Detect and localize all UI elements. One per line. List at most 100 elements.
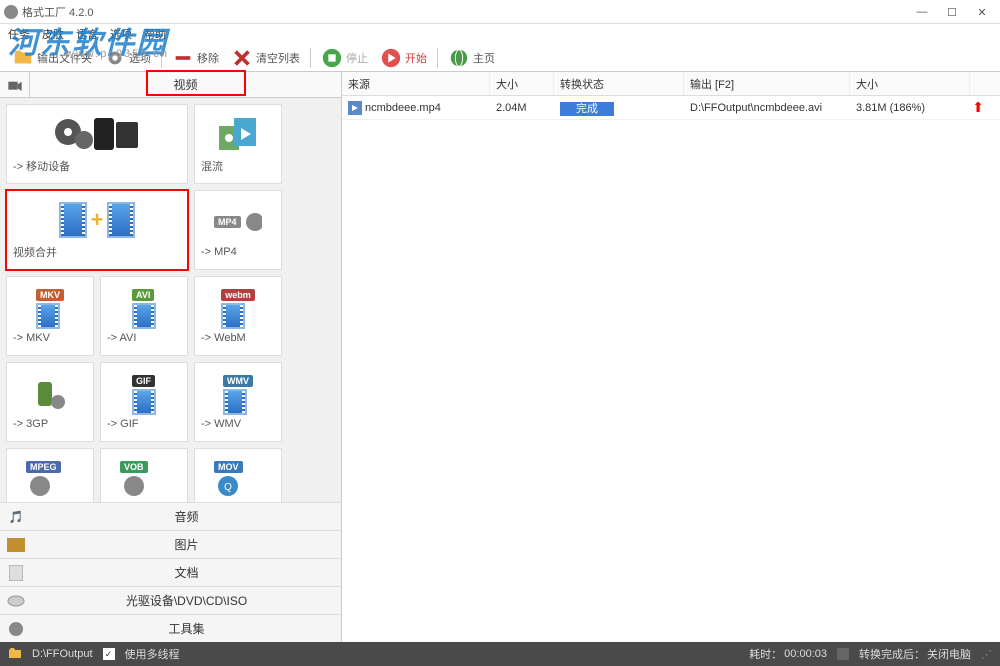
card-vob[interactable]: VOB -> VOB [100,448,188,502]
window-controls: — ☐ ✕ [916,6,996,18]
cat-toolset-label: 工具集 [32,620,341,637]
mkv-icon: MKV [26,288,74,328]
card-mobile-device[interactable]: -> 移动设备 [6,104,188,184]
card-avi-label: -> AVI [101,332,187,344]
category-picture[interactable]: 图片 [0,530,341,558]
mux-icon [214,114,262,154]
mobile-device-icon [52,114,142,154]
card-mux[interactable]: 混流 [194,104,282,184]
status-badge: 完成 [560,102,614,116]
stop-icon [321,47,343,69]
cell-size: 2.04M [490,98,554,118]
3gp-icon [26,374,74,414]
elapsed-value: 00:00:03 [784,648,827,660]
card-mov[interactable]: MOVQ -> MOV [194,448,282,502]
th-status[interactable]: 转换状态 [554,72,684,95]
after-checkbox[interactable] [837,648,849,660]
tab-video[interactable]: 视频 [30,72,341,97]
folder-icon[interactable] [8,648,22,660]
card-webm-label: -> WebM [195,332,281,344]
category-audio[interactable]: 🎵 音频 [0,502,341,530]
disc-icon [0,594,32,608]
card-3gp[interactable]: -> 3GP [6,362,94,442]
cell-output: D:\FFOutput\ncmbdeee.avi [684,98,850,118]
multithread-checkbox[interactable]: ✓ [103,648,115,660]
play-icon [380,47,402,69]
toolbar-separator [310,48,311,68]
cell-size2: 3.81M (186%) [850,98,970,118]
close-icon[interactable]: ✕ [976,6,988,18]
card-webm[interactable]: webm -> WebM [194,276,282,356]
card-gif[interactable]: GIF -> GIF [100,362,188,442]
cell-status: 完成 [554,96,684,120]
svg-text:Q: Q [224,482,232,493]
card-join-label: 视频合并 [7,244,187,260]
card-gif-label: -> GIF [101,418,187,430]
stop-button[interactable]: 停止 [317,45,372,71]
format-grid: -> 移动设备 混流 + 视频合并 MP4 -> MP4 [0,98,341,502]
remove-label: 移除 [197,50,219,66]
card-mp4-label: -> MP4 [195,246,281,258]
resize-grip-icon[interactable]: ⋰ [981,648,992,661]
card-mpg[interactable]: MPEG -> MPG [6,448,94,502]
document-icon [0,565,32,581]
th-size2[interactable]: 大小 [850,72,970,95]
start-button[interactable]: 开始 [376,45,431,71]
mpg-icon: MPEG [26,460,74,500]
watermark-url: www.pc0359.cn [66,48,169,60]
image-icon [0,538,32,552]
remove-button[interactable]: 移除 [168,45,223,71]
mov-icon: MOVQ [214,460,262,500]
up-arrow-icon[interactable]: ⬆ [972,99,1000,116]
video-join-icon: + [42,200,152,240]
cell-source: ncmbdeee.mp4 [342,97,490,119]
card-3gp-label: -> 3GP [7,418,93,430]
toolbar-separator [437,48,438,68]
minimize-icon[interactable]: — [916,6,928,18]
cat-document-label: 文档 [32,564,341,581]
camera-tab-icon[interactable] [0,72,30,97]
x-icon [231,47,253,69]
cat-audio-label: 音频 [32,508,341,525]
clear-list-label: 清空列表 [256,50,300,66]
th-output[interactable]: 输出 [F2] [684,72,850,95]
vob-icon: VOB [120,460,168,500]
table-header: 来源 大小 转换状态 输出 [F2] 大小 [342,72,1000,96]
cat-disc-label: 光驱设备\DVD\CD\ISO [32,592,341,609]
card-video-join[interactable]: + 视频合并 [6,190,188,270]
avi-icon: AVI [120,288,168,328]
card-wmv[interactable]: WMV -> WMV [194,362,282,442]
music-icon: 🎵 [0,510,32,524]
sidebar: 视频 -> 移动设备 混流 [0,72,342,642]
output-path[interactable]: D:\FFOutput [32,648,93,660]
home-button[interactable]: 主页 [444,45,499,71]
table-row[interactable]: ncmbdeee.mp4 2.04M 完成 D:\FFOutput\ncmbde… [342,96,1000,120]
card-mkv[interactable]: MKV -> MKV [6,276,94,356]
webm-icon: webm [214,288,262,328]
content-panel: 来源 大小 转换状态 输出 [F2] 大小 ncmbdeee.mp4 2.04M… [342,72,1000,642]
sidebar-tab-row: 视频 [0,72,341,98]
stop-label: 停止 [346,50,368,66]
th-size[interactable]: 大小 [490,72,554,95]
maximize-icon[interactable]: ☐ [946,6,958,18]
after-label: 转换完成后： [859,646,925,662]
card-mp4[interactable]: MP4 -> MP4 [194,190,282,270]
th-source[interactable]: 来源 [342,72,490,95]
card-mkv-label: -> MKV [7,332,93,344]
source-filename: ncmbdeee.mp4 [365,102,441,114]
multithread-label: 使用多线程 [125,646,180,662]
card-avi[interactable]: AVI -> AVI [100,276,188,356]
clear-list-button[interactable]: 清空列表 [227,45,304,71]
category-toolset[interactable]: 工具集 [0,614,341,642]
main-area: 视频 -> 移动设备 混流 [0,72,1000,642]
category-disc[interactable]: 光驱设备\DVD\CD\ISO [0,586,341,614]
tab-video-label: 视频 [173,76,197,93]
statusbar: D:\FFOutput ✓ 使用多线程 耗时： 00:00:03 转换完成后： … [0,642,1000,666]
wmv-icon: WMV [214,374,262,414]
start-label: 开始 [405,50,427,66]
minus-icon [172,47,194,69]
tools-icon [0,621,32,637]
app-icon [4,5,18,19]
category-document[interactable]: 文档 [0,558,341,586]
card-mobile-label: -> 移动设备 [7,158,187,174]
